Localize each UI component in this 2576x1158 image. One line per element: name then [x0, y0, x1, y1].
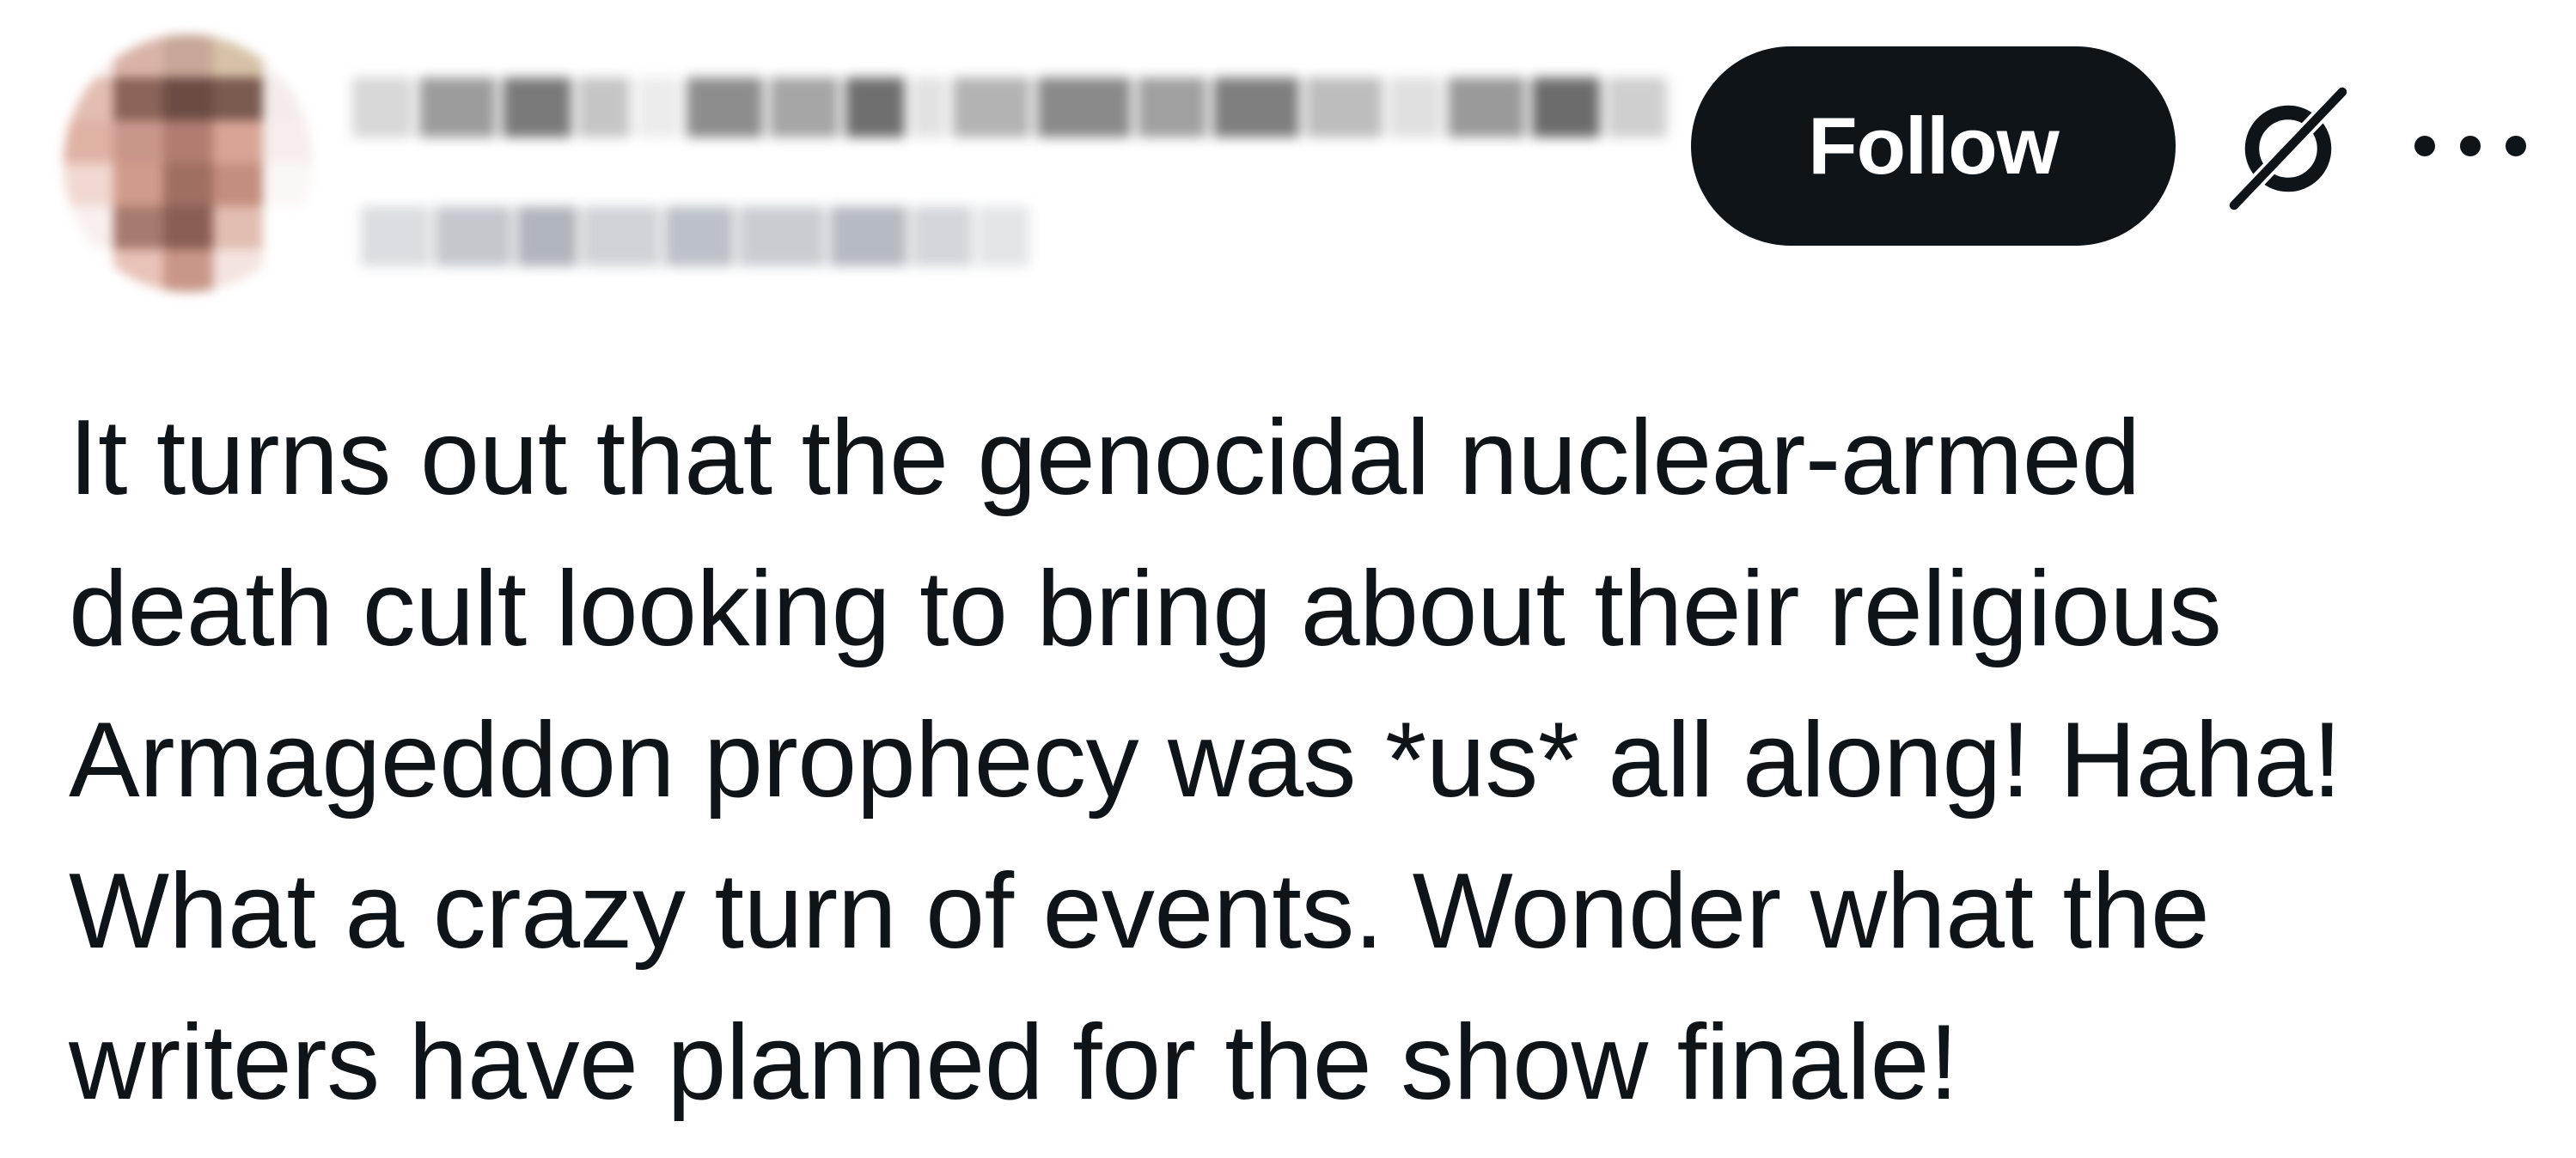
tweet-text-line: Armageddon prophecy was *us* all along! … — [69, 701, 2342, 820]
grok-icon[interactable] — [2224, 84, 2353, 213]
display-name-redacted[interactable] — [352, 60, 1667, 155]
follow-button[interactable]: Follow — [1691, 46, 2176, 246]
handle-redacted[interactable] — [361, 189, 1031, 283]
tweet-text-line: It turns out that the genocidal nuclear-… — [69, 399, 2140, 517]
tweet-text-line: What a crazy turn of events. Wonder what… — [69, 852, 2210, 971]
tweet-text: It turns out that the genocidal nuclear-… — [69, 382, 2543, 1138]
tweet-text-line: writers have planned for the show finale… — [69, 1003, 1958, 1122]
tweet-card: Follow It turns out that the genocidal n… — [0, 0, 2576, 1158]
avatar[interactable] — [64, 34, 313, 292]
more-horizontal-icon[interactable] — [2414, 129, 2526, 163]
tweet-text-line: death cult looking to bring about their … — [69, 550, 2222, 668]
